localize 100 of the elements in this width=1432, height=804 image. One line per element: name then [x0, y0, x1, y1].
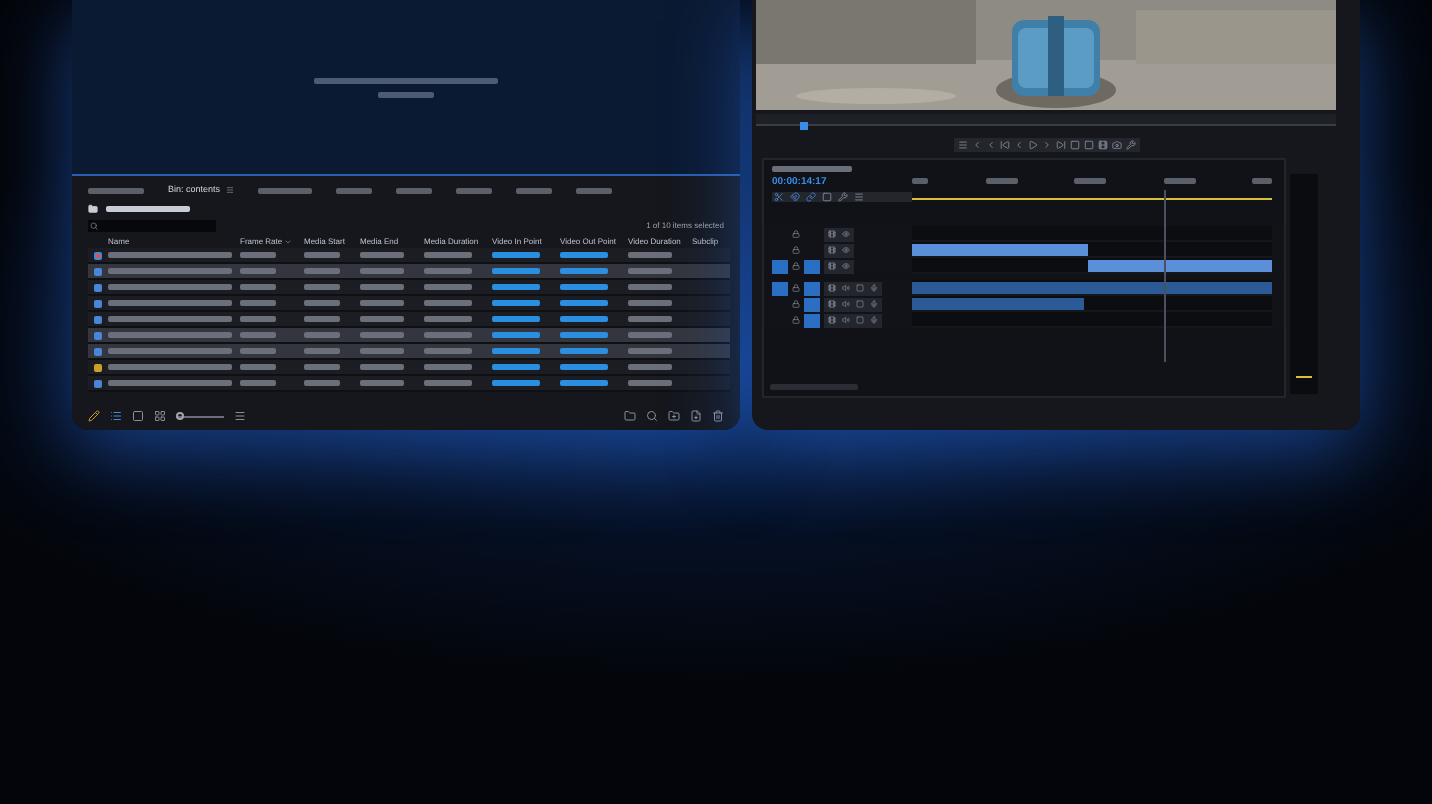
skip-forward-icon[interactable]: [1055, 140, 1065, 150]
eye-icon[interactable]: [842, 262, 850, 270]
placeholder-bar: [628, 348, 672, 354]
placeholder-bar: [108, 364, 232, 370]
table-row[interactable]: [88, 376, 730, 392]
trash-icon[interactable]: [712, 410, 724, 422]
placeholder-bar: [88, 187, 144, 193]
lock-icon[interactable]: [792, 262, 800, 270]
wrench-icon[interactable]: [1125, 140, 1135, 150]
lock-icon[interactable]: [792, 300, 800, 308]
mic-icon[interactable]: [870, 316, 878, 324]
table-row[interactable]: [88, 312, 730, 328]
audio-clip[interactable]: [912, 298, 1084, 310]
step-back-icon[interactable]: [971, 140, 981, 150]
placeholder-bar: [628, 332, 672, 338]
mic-icon[interactable]: [870, 300, 878, 308]
placeholder-bar: [378, 91, 434, 97]
placeholder-bar: [628, 364, 672, 370]
menu-icon[interactable]: [854, 192, 864, 202]
grid-view-icon[interactable]: [154, 410, 166, 422]
placeholder-bar: [240, 284, 276, 290]
speaker-icon[interactable]: [842, 316, 850, 324]
search-field[interactable]: [88, 219, 216, 231]
video-clip[interactable]: [912, 244, 1088, 256]
table-row[interactable]: [88, 280, 730, 296]
placeholder-bar: [360, 380, 404, 386]
wrench-icon[interactable]: [838, 192, 848, 202]
timecode-bar: [492, 364, 540, 370]
menu-icon[interactable]: [226, 186, 235, 194]
table-row[interactable]: [88, 264, 730, 280]
placeholder-bar: [304, 348, 340, 354]
placeholder-bar: [1074, 178, 1106, 184]
eye-icon[interactable]: [842, 230, 850, 238]
table-row[interactable]: [88, 344, 730, 360]
speaker-icon[interactable]: [842, 300, 850, 308]
placeholder-bar: [360, 268, 404, 274]
timecode-bar: [492, 284, 540, 290]
slider-thumb[interactable]: [175, 412, 184, 420]
timecode-bar: [560, 332, 608, 338]
new-item-icon[interactable]: [690, 410, 702, 422]
folder-icon[interactable]: [624, 410, 636, 422]
timecode-bar: [492, 348, 540, 354]
placeholder-bar: [424, 268, 472, 274]
video-clip[interactable]: [1088, 260, 1272, 272]
folder-icon: [88, 203, 98, 213]
eye-icon[interactable]: [842, 246, 850, 254]
skip-back-icon[interactable]: [999, 140, 1009, 150]
timecode-bar: [492, 332, 540, 338]
placeholder-bar: [258, 187, 313, 193]
placeholder-bar: [424, 380, 472, 386]
list-view-icon[interactable]: [110, 410, 122, 422]
mic-icon[interactable]: [870, 284, 878, 292]
search-icon[interactable]: [646, 410, 658, 422]
placeholder-bar: [304, 380, 340, 386]
zoom-slider[interactable]: [176, 412, 224, 420]
placeholder-bar: [106, 205, 190, 211]
placeholder-bar: [336, 187, 373, 193]
search-icon[interactable]: [90, 221, 98, 229]
placeholder-bar: [108, 380, 232, 386]
placeholder-bar: [240, 380, 276, 386]
table-row[interactable]: [88, 296, 730, 312]
square-icon[interactable]: [132, 410, 144, 422]
sort-icon[interactable]: [234, 410, 246, 422]
table-row[interactable]: [88, 328, 730, 344]
lock-icon[interactable]: [792, 230, 800, 238]
placeholder-bar: [424, 348, 472, 354]
table-row[interactable]: [88, 360, 730, 376]
placeholder-bar: [360, 348, 404, 354]
timecode-bar: [560, 364, 608, 370]
table-row[interactable]: [88, 248, 730, 264]
placeholder-bar: [576, 187, 613, 193]
pencil-icon[interactable]: [88, 410, 100, 422]
placeholder-bar: [360, 364, 404, 370]
placeholder-bar: [108, 300, 232, 306]
placeholder-bar: [304, 268, 340, 274]
placeholder-bar: [772, 166, 852, 172]
link-icon[interactable]: [806, 192, 816, 202]
source-patch[interactable]: [772, 259, 788, 273]
placeholder-bar: [424, 300, 472, 306]
timecode-bar: [560, 348, 608, 354]
new-bin-icon[interactable]: [668, 410, 680, 422]
placeholder-bar: [240, 316, 276, 322]
lock-icon[interactable]: [792, 316, 800, 324]
forward-icon[interactable]: [1041, 140, 1051, 150]
placeholder-bar: [108, 316, 232, 322]
magnet-icon[interactable]: [790, 192, 800, 202]
play-icon[interactable]: [1027, 140, 1037, 150]
placeholder-bar: [240, 348, 276, 354]
placeholder-bar: [628, 380, 672, 386]
camera-icon[interactable]: [1111, 140, 1121, 150]
placeholder-bar: [424, 316, 472, 322]
timecode-bar: [560, 300, 608, 306]
speaker-icon[interactable]: [842, 284, 850, 292]
scissors-icon[interactable]: [774, 192, 784, 202]
placeholder-bar: [304, 284, 340, 290]
source-patch[interactable]: [772, 281, 788, 295]
previous-icon[interactable]: [985, 140, 995, 150]
placeholder-bar: [985, 178, 1017, 184]
lock-icon[interactable]: [792, 284, 800, 292]
lock-icon[interactable]: [792, 246, 800, 254]
